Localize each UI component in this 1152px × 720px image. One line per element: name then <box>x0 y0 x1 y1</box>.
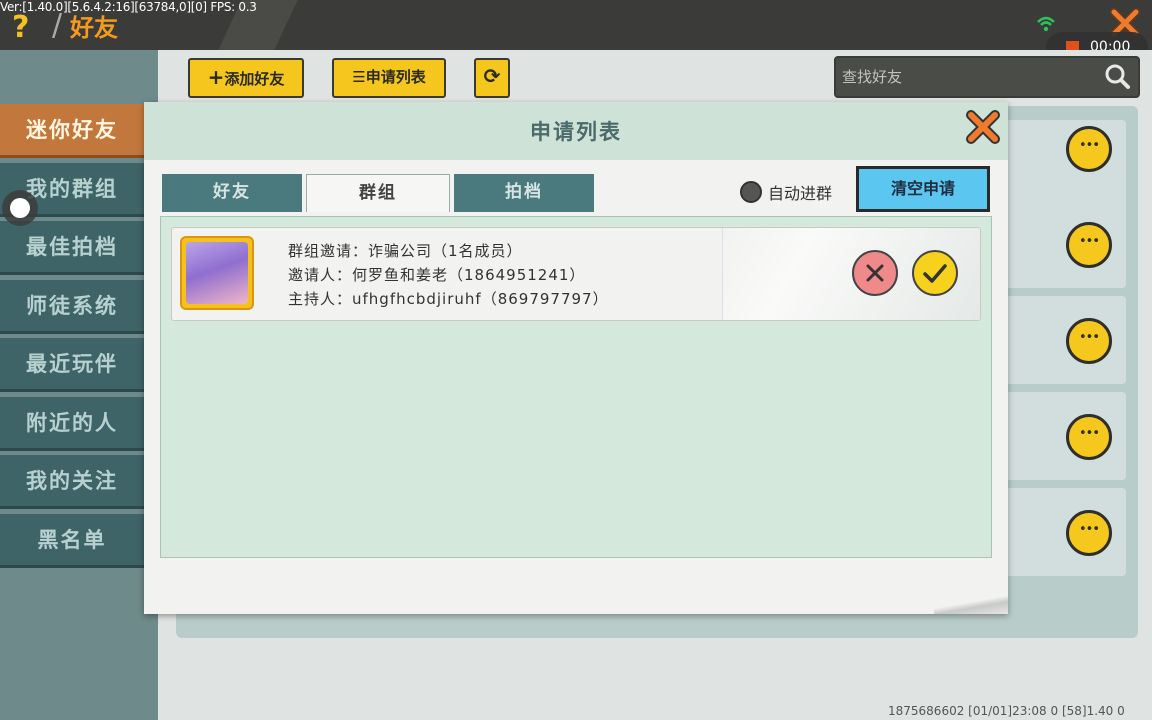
refresh-button[interactable]: ⟳ <box>474 58 510 98</box>
search-input[interactable] <box>842 64 1092 90</box>
plus-icon: + <box>207 65 225 89</box>
refresh-icon: ⟳ <box>483 64 501 88</box>
list-icon: ☰ <box>352 68 366 86</box>
help-button[interactable]: ? <box>12 10 29 45</box>
clear-requests-button[interactable]: 清空申请 <box>856 166 990 212</box>
sidebar-item-mentor[interactable]: 师徒系统 <box>0 280 144 334</box>
request-list: 群组邀请：诈骗公司（1名成员） 邀请人：何罗鱼和姜老（1864951241） 主… <box>160 216 992 558</box>
search-box <box>834 56 1140 98</box>
add-friend-button[interactable]: +添加好友 <box>188 58 304 98</box>
sidebar-item-blacklist[interactable]: 黑名单 <box>0 514 144 568</box>
chat-icon[interactable] <box>1066 510 1112 556</box>
auto-join-radio[interactable] <box>740 181 762 203</box>
sidebar-item-recent[interactable]: 最近玩伴 <box>0 338 144 392</box>
close-icon[interactable] <box>964 108 1002 146</box>
avatar-image <box>186 242 248 304</box>
avatar <box>180 236 254 310</box>
request-list-label: 申请列表 <box>365 68 426 86</box>
auto-join-label: 自动进群 <box>768 184 833 203</box>
reject-button[interactable] <box>852 250 898 296</box>
group-invite-text: 群组邀请：诈骗公司（1名成员） <box>288 242 523 260</box>
dialog-title: 申请列表 <box>530 120 622 144</box>
tab-groups[interactable]: 群组 <box>306 174 450 212</box>
chat-icon[interactable] <box>1066 222 1112 268</box>
sidebar-item-nearby[interactable]: 附近的人 <box>0 397 144 451</box>
tab-friends[interactable]: 好友 <box>162 174 302 212</box>
floating-assist-button[interactable] <box>2 190 38 226</box>
request-list-button[interactable]: ☰申请列表 <box>332 58 446 98</box>
debug-info: Ver:[1.40.0][5.6.4.2:16][63784,0][0] FPS… <box>0 0 257 14</box>
sidebar-item-best-partner[interactable]: 最佳拍档 <box>0 221 144 275</box>
chat-icon[interactable] <box>1066 126 1112 172</box>
search-icon[interactable] <box>1102 62 1132 92</box>
sidebar-item-mini-friends[interactable]: 迷你好友 <box>0 104 154 158</box>
page-curl-decoration <box>934 596 1008 614</box>
request-list-dialog: 申请列表 好友 群组 拍档 自动进群 清空申请 群组邀请：诈骗公司（1名成员） … <box>144 102 1008 614</box>
chat-icon[interactable] <box>1066 318 1112 364</box>
host-text: 主持人：ufhgfhcbdjiruhf（869797797） <box>288 290 609 308</box>
accept-button[interactable] <box>912 250 958 296</box>
list-item: 群组邀请：诈骗公司（1名成员） 邀请人：何罗鱼和姜老（1864951241） 主… <box>171 227 981 321</box>
add-friend-label: 添加好友 <box>224 70 285 88</box>
chat-icon[interactable] <box>1066 414 1112 460</box>
tab-partners[interactable]: 拍档 <box>454 174 594 212</box>
inviter-text: 邀请人：何罗鱼和姜老（1864951241） <box>288 266 586 284</box>
sidebar-item-following[interactable]: 我的关注 <box>0 455 144 509</box>
footer-info: 1875686602 [01/01]23:08 0 [58]1.40 0 <box>888 704 1125 718</box>
signal-icon <box>1037 16 1055 32</box>
